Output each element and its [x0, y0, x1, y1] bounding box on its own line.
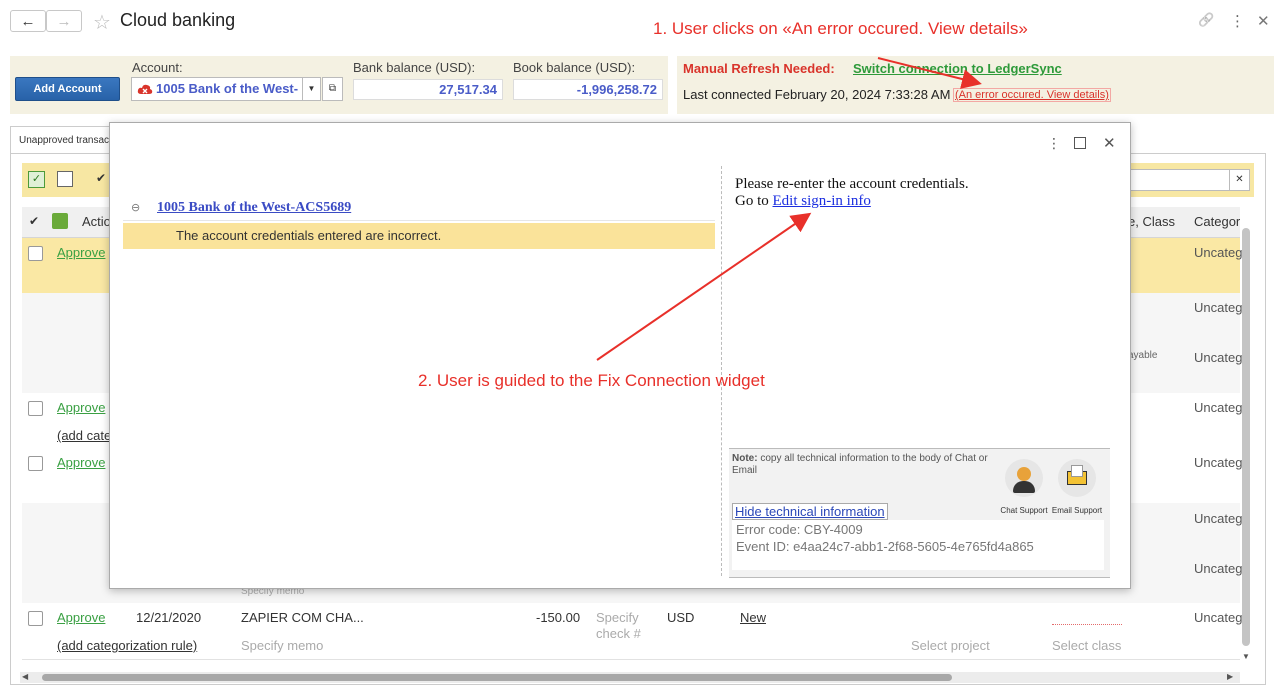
arrow-step1 — [877, 57, 982, 89]
arrow-step2 — [596, 212, 812, 361]
annotation-arrows — [596, 57, 982, 361]
